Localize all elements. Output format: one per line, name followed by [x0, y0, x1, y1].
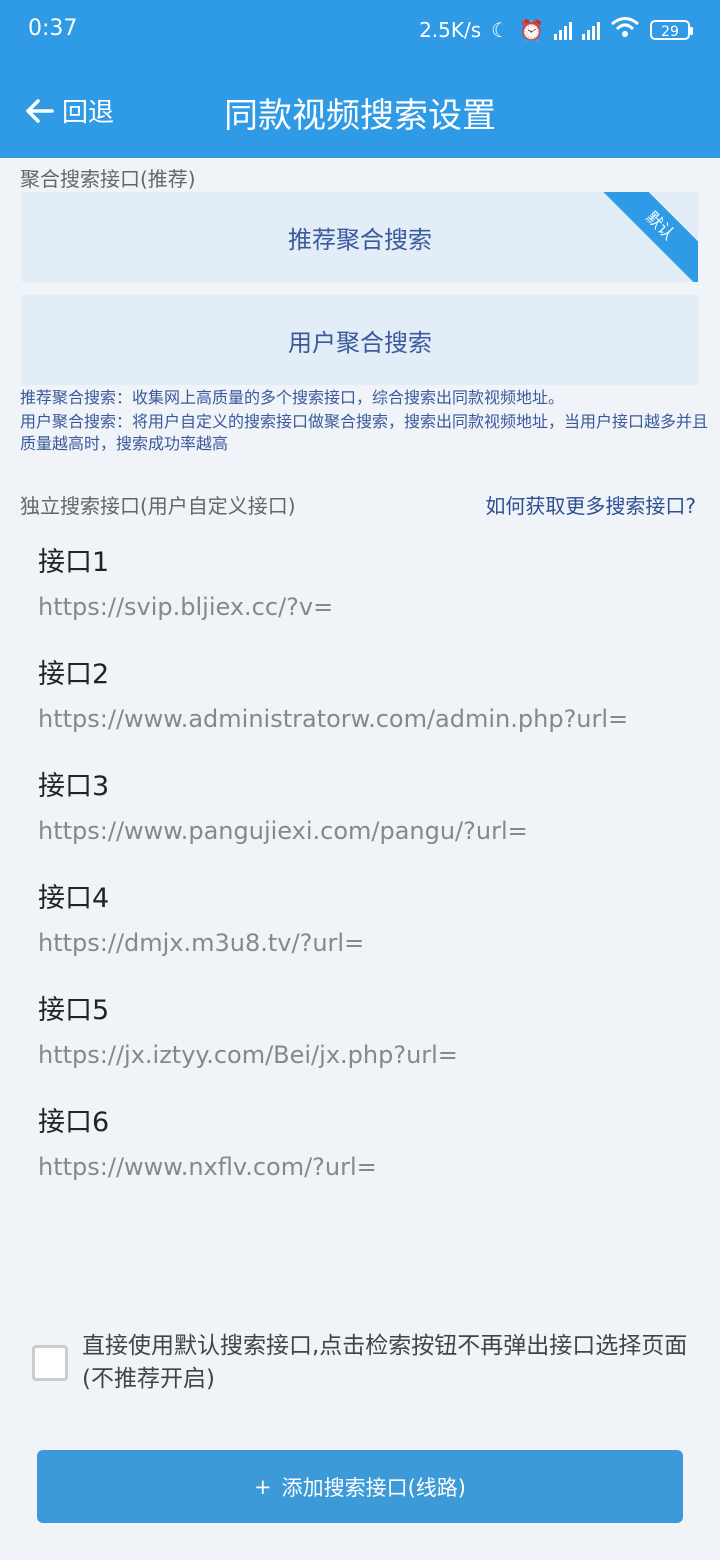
status-icons: 2.5K/s ☾ ⏰ 29 — [419, 16, 693, 43]
moon-icon: ☾ — [491, 17, 510, 42]
aggregate-description-2: 用户聚合搜索：将用户自定义的搜索接口做聚合搜索，搜索出同款视频地址，当用户接口越… — [20, 412, 709, 453]
more-interfaces-link[interactable]: 如何获取更多搜索接口? — [485, 490, 696, 519]
use-default-checkbox[interactable] — [32, 1345, 68, 1381]
use-default-interface-option[interactable]: 直接使用默认搜索接口,点击检索按钮不再弹出接口选择页面(不推荐开启) — [32, 1330, 692, 1396]
battery-icon: 29 — [650, 19, 693, 40]
add-interface-label: 添加搜索接口(线路) — [281, 1475, 466, 1500]
add-interface-button[interactable]: + 添加搜索接口(线路) — [37, 1450, 683, 1523]
interface-item[interactable]: 接口1 https://svip.bljiex.cc/?v= — [38, 540, 333, 621]
status-bar: 0:37 2.5K/s ☾ ⏰ 29 — [0, 0, 720, 62]
signal-hd-icon — [582, 20, 600, 40]
page-title: 同款视频搜索设置 — [224, 96, 496, 136]
aggregate-section-label: 聚合搜索接口(推荐) — [20, 167, 196, 191]
interface-url: https://svip.bljiex.cc/?v= — [38, 593, 334, 621]
interface-item[interactable]: 接口3 https://www.pangujiexi.com/pangu/?ur… — [38, 764, 528, 845]
nav-bar: 回退 同款视频搜索设置 — [0, 62, 720, 158]
interface-url: https://dmjx.m3u8.tv/?url= — [38, 929, 365, 957]
use-default-label: 直接使用默认搜索接口,点击检索按钮不再弹出接口选择页面(不推荐开启) — [82, 1333, 688, 1392]
plus-icon: + — [254, 1474, 272, 1499]
aggregate-description-1: 推荐聚合搜索：收集网上高质量的多个搜索接口，综合搜索出同款视频地址。 — [20, 388, 565, 407]
custom-section-label: 独立搜索接口(用户自定义接口) — [20, 494, 296, 518]
interface-name: 接口3 — [38, 771, 110, 802]
interface-url: https://www.administratorw.com/admin.php… — [38, 705, 629, 733]
alarm-icon: ⏰ — [519, 17, 544, 42]
card-label: 用户聚合搜索 — [288, 328, 432, 357]
default-badge: 默认 — [599, 192, 698, 282]
user-aggregate-search-card[interactable]: 用户聚合搜索 — [22, 295, 698, 385]
interface-url: https://www.nxflv.com/?url= — [38, 1153, 377, 1181]
signal-hd-icon — [554, 20, 572, 40]
interface-name: 接口1 — [38, 547, 110, 578]
status-time: 0:37 — [28, 16, 78, 41]
interface-item[interactable]: 接口6 https://www.nxflv.com/?url= — [38, 1100, 377, 1181]
recommended-aggregate-search-card[interactable]: 推荐聚合搜索 默认 — [22, 192, 698, 282]
interface-item[interactable]: 接口2 https://www.administratorw.com/admin… — [38, 652, 628, 733]
interface-url: https://www.pangujiexi.com/pangu/?url= — [38, 817, 528, 845]
interface-name: 接口2 — [38, 659, 110, 690]
interface-url: https://jx.iztyy.com/Bei/jx.php?url= — [38, 1041, 458, 1069]
interface-item[interactable]: 接口5 https://jx.iztyy.com/Bei/jx.php?url= — [38, 988, 458, 1069]
interface-name: 接口5 — [38, 995, 110, 1026]
card-label: 推荐聚合搜索 — [288, 225, 432, 254]
app-header: 0:37 2.5K/s ☾ ⏰ 29 回退 同款视频搜索设置 — [0, 0, 720, 158]
wifi-icon — [610, 16, 640, 43]
network-speed: 2.5K/s — [419, 17, 482, 42]
interface-name: 接口4 — [38, 883, 110, 914]
interface-name: 接口6 — [38, 1107, 110, 1138]
interface-item[interactable]: 接口4 https://dmjx.m3u8.tv/?url= — [38, 876, 364, 957]
